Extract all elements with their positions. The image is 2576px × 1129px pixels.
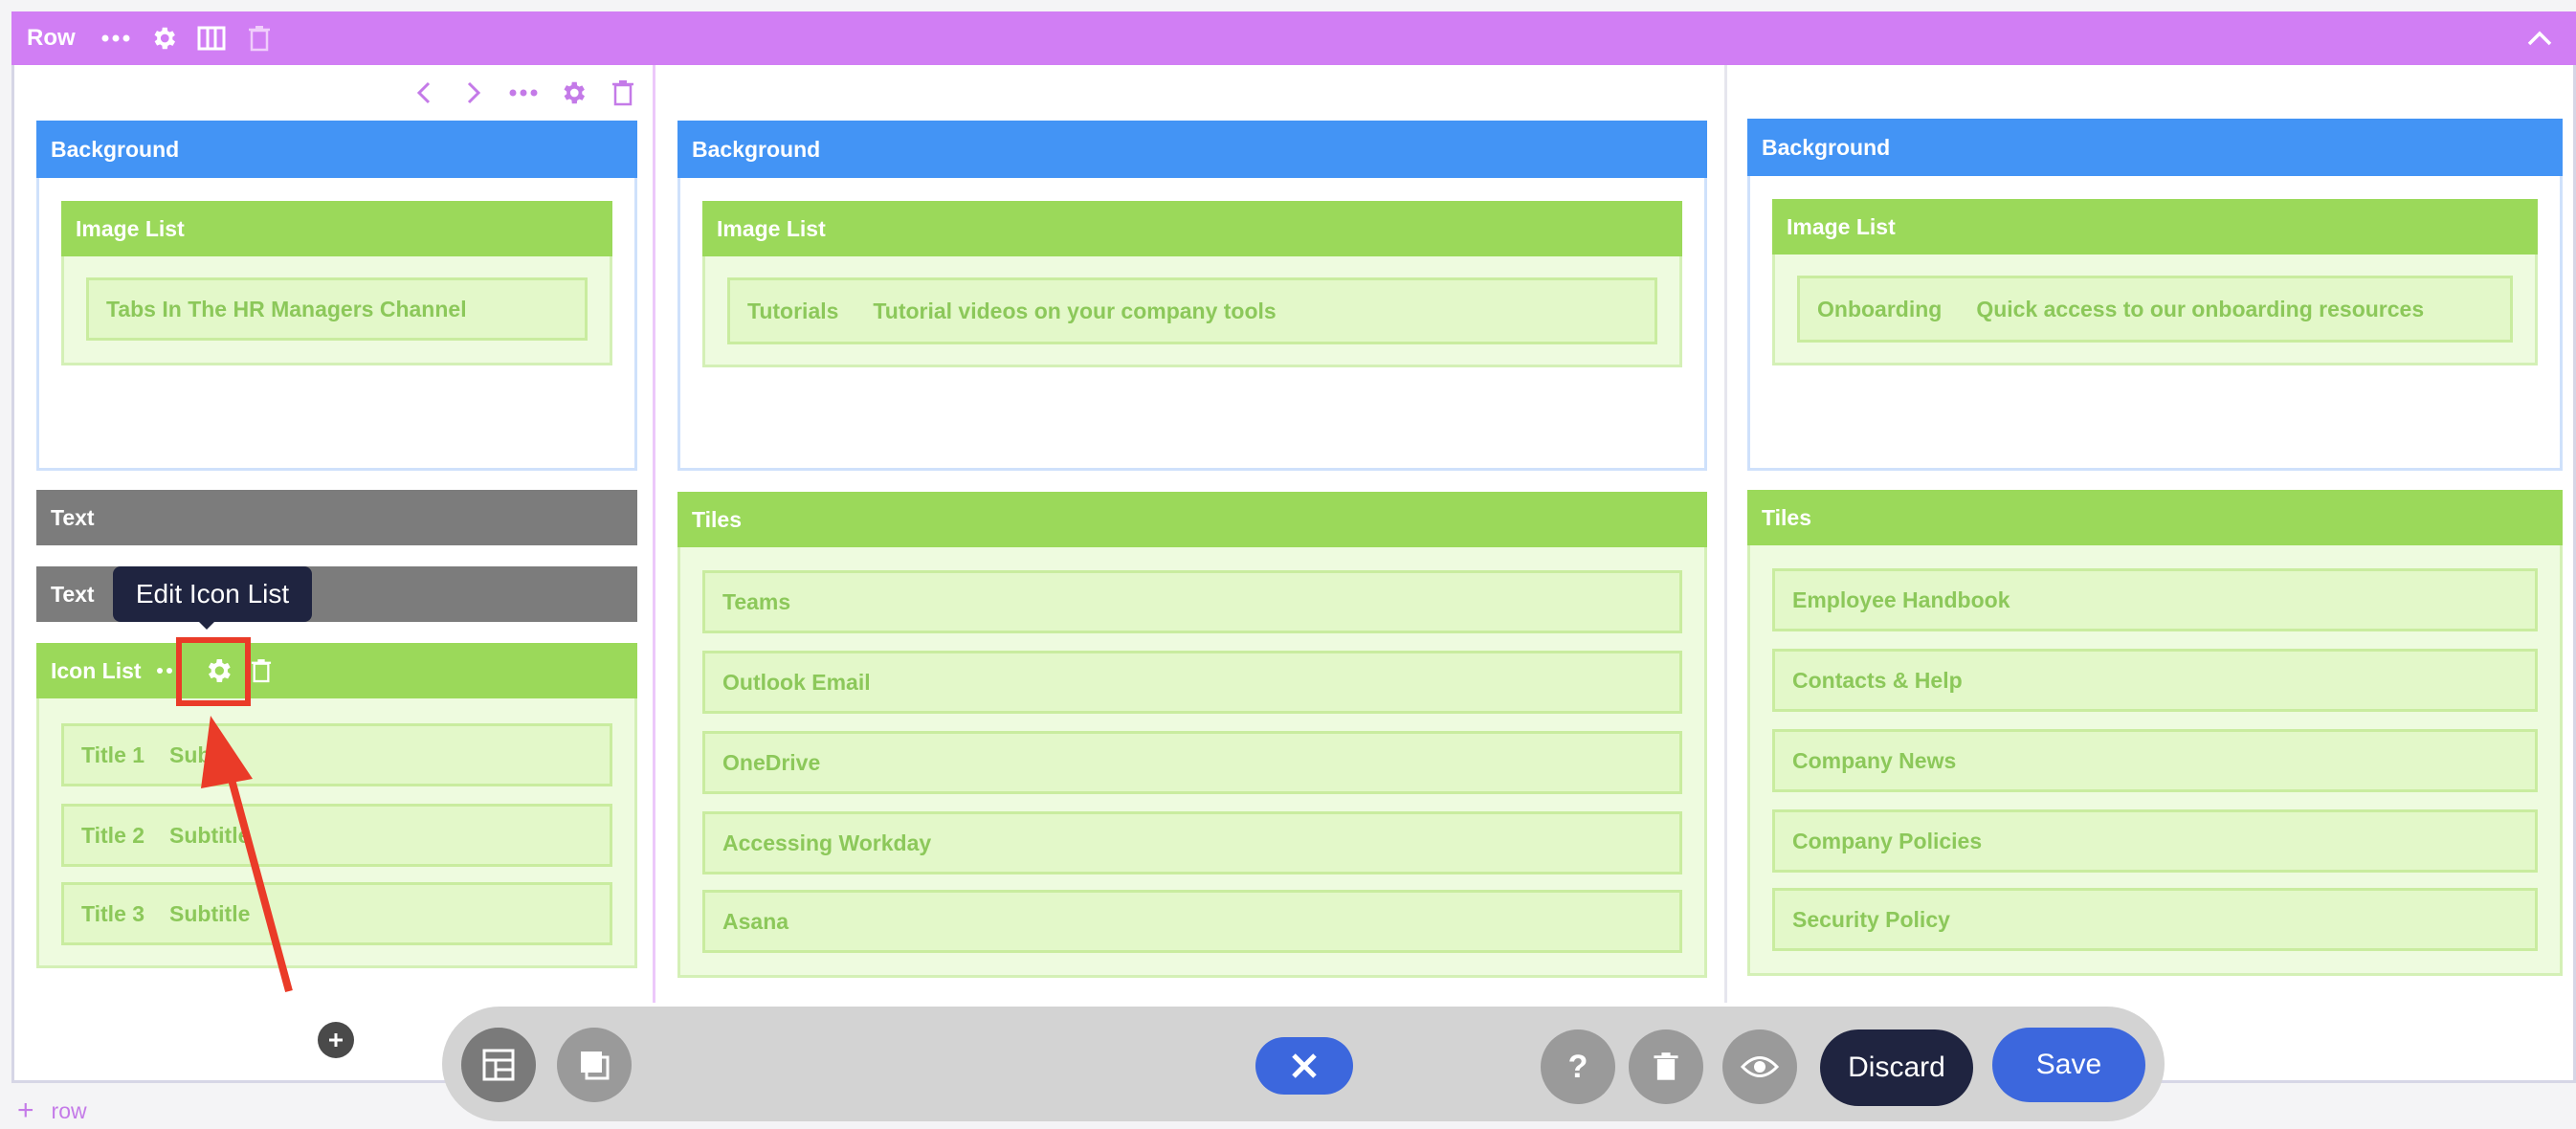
image-list-title: Image List <box>717 215 826 241</box>
eye-icon <box>1741 1056 1779 1077</box>
plus-icon: + <box>17 1095 34 1126</box>
add-row-button[interactable]: + row <box>17 1096 87 1125</box>
annotation-arrow <box>201 716 293 993</box>
text-module[interactable]: Text <box>36 490 637 545</box>
tiles-header[interactable]: Tiles <box>1747 490 2563 545</box>
copy-button[interactable] <box>557 1028 632 1102</box>
tile-label: Contacts & Help <box>1792 667 1963 693</box>
tile-item[interactable]: Employee Handbook <box>1772 568 2538 631</box>
list-item-subtitle: Tutorial videos on your company tools <box>873 298 1277 323</box>
tile-item[interactable]: Security Policy <box>1772 888 2538 951</box>
background-header[interactable]: Background <box>1747 119 2563 176</box>
plus-icon <box>329 1033 343 1047</box>
list-item-subtitle: Quick access to our onboarding resources <box>1976 296 2425 321</box>
background-header[interactable]: Background <box>677 121 1707 178</box>
list-item[interactable]: Tabs In The HR Managers Channel <box>86 277 588 341</box>
tiles-header[interactable]: Tiles <box>677 492 1707 547</box>
icon-list-item[interactable]: Title 1 Sub <box>61 723 612 786</box>
icon-list-item[interactable]: Title 2 Subtitle <box>61 804 612 867</box>
icon-list-item-title: Title 2 <box>81 822 145 848</box>
chevron-left-icon[interactable] <box>406 75 442 111</box>
icon-list-item[interactable]: Title 3 Subtitle <box>61 882 612 945</box>
copy-icon <box>581 1052 610 1080</box>
background-title: Background <box>51 136 180 162</box>
preview-button[interactable] <box>1722 1029 1797 1104</box>
trash-icon[interactable] <box>240 19 278 57</box>
columns-icon[interactable] <box>192 19 231 57</box>
dots-icon[interactable] <box>97 19 135 57</box>
image-list-header[interactable]: Image List <box>61 201 612 256</box>
tile-label: Security Policy <box>1792 906 1950 932</box>
trash-icon[interactable] <box>251 658 272 683</box>
tiles-title: Tiles <box>1762 504 1811 530</box>
layout-icon <box>482 1049 515 1081</box>
tile-label: Outlook Email <box>722 669 871 695</box>
image-list-header[interactable]: Image List <box>1772 199 2538 255</box>
help-icon: ? <box>1567 1048 1588 1085</box>
tile-label: OneDrive <box>722 749 821 775</box>
icon-list-title: Icon List <box>51 657 142 683</box>
icon-list-header[interactable]: Icon List <box>36 643 637 698</box>
background-header[interactable]: Background <box>36 121 637 178</box>
list-item-title: Tabs In The HR Managers Channel <box>106 296 467 321</box>
tile-label: Company News <box>1792 747 1957 773</box>
add-module-button[interactable] <box>318 1022 354 1058</box>
tile-label: Asana <box>722 908 789 934</box>
icon-list-item-title: Title 1 <box>81 742 145 767</box>
save-label: Save <box>2035 1049 2102 1080</box>
discard-label: Discard <box>1848 1052 1945 1083</box>
gear-icon[interactable] <box>555 75 591 111</box>
tile-item[interactable]: OneDrive <box>702 731 1682 794</box>
save-button[interactable]: Save <box>1992 1028 2145 1102</box>
list-item-title: Onboarding <box>1817 296 1943 321</box>
help-button[interactable]: ? <box>1541 1029 1615 1104</box>
text-module-title: Text <box>51 504 95 530</box>
tile-item[interactable]: Company News <box>1772 729 2538 792</box>
tooltip-text: Edit Icon List <box>135 579 290 609</box>
chevron-right-icon[interactable] <box>455 75 492 111</box>
gear-highlight-box <box>176 637 251 706</box>
column-divider <box>653 65 655 1003</box>
add-row-label: row <box>51 1097 87 1123</box>
tile-label: Accessing Workday <box>722 830 932 855</box>
tooltip-pointer <box>197 620 216 630</box>
list-item[interactable]: Onboarding Quick access to our onboardin… <box>1797 276 2513 343</box>
image-list-title: Image List <box>1787 213 1896 239</box>
image-list-title: Image List <box>76 215 185 241</box>
tile-item[interactable]: Outlook Email <box>702 651 1682 714</box>
delete-button[interactable] <box>1629 1029 1703 1104</box>
dots-icon[interactable] <box>505 75 542 111</box>
layout-button[interactable] <box>461 1028 536 1102</box>
tile-label: Company Policies <box>1792 828 1983 853</box>
row-label: Row <box>27 25 76 51</box>
text-module-title: Text <box>51 581 95 607</box>
close-button[interactable] <box>1255 1037 1353 1095</box>
tile-item[interactable]: Accessing Workday <box>702 811 1682 874</box>
image-list-header[interactable]: Image List <box>702 201 1682 256</box>
tile-item[interactable]: Company Policies <box>1772 809 2538 873</box>
column-toolbar[interactable] <box>406 75 641 111</box>
column-divider <box>1724 65 1727 1003</box>
icon-list-item-title: Title 3 <box>81 900 145 926</box>
close-icon <box>1292 1053 1317 1078</box>
edit-icon-list-tooltip: Edit Icon List <box>113 566 312 622</box>
list-item[interactable]: Tutorials Tutorial videos on your compan… <box>727 277 1657 344</box>
tile-item[interactable]: Asana <box>702 890 1682 953</box>
trash-icon[interactable] <box>605 75 641 111</box>
background-title: Background <box>1762 134 1891 160</box>
tiles-title: Tiles <box>692 506 742 532</box>
tile-item[interactable]: Teams <box>702 570 1682 633</box>
tile-item[interactable]: Contacts & Help <box>1772 649 2538 712</box>
tile-label: Teams <box>722 588 791 614</box>
tile-label: Employee Handbook <box>1792 587 2010 612</box>
chevron-up-icon[interactable] <box>2522 21 2557 55</box>
row-toolbar[interactable]: Row <box>11 11 2576 65</box>
discard-button[interactable]: Discard <box>1820 1029 1973 1106</box>
gear-icon[interactable] <box>144 19 183 57</box>
list-item-title: Tutorials <box>747 298 839 323</box>
background-title: Background <box>692 136 821 162</box>
trash-icon <box>1654 1052 1678 1080</box>
